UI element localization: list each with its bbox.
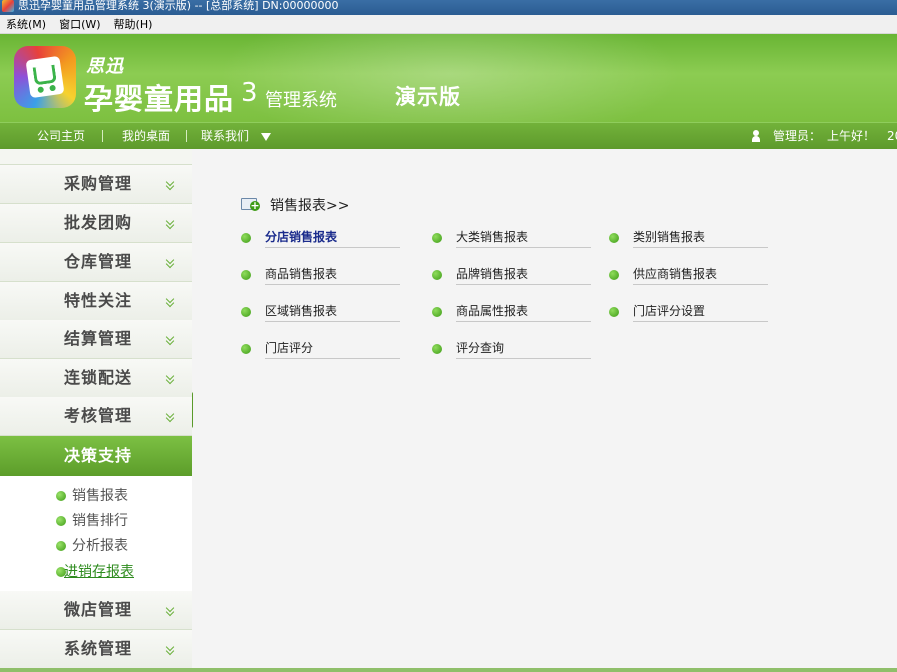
sidebar-item-attention[interactable]: 特性关注 <box>0 282 192 321</box>
main-content: 销售报表>> 分店销售报表 大类销售报表 类别销售报表 商品销售报表 品牌销售报… <box>193 149 897 672</box>
window-title: 思迅孕婴童用品管理系统 3(演示版) -- [总部系统] DN:00000000 <box>18 0 339 12</box>
stroller-icon <box>25 55 65 99</box>
sidebar-item-label: 系统管理 <box>64 639 133 658</box>
chevron-down-icon <box>165 644 175 654</box>
sidebar-item-system[interactable]: 系统管理 <box>0 630 192 669</box>
header-banner: 思迅 孕婴童用品 3 管理系统 演示版 <box>0 34 897 122</box>
menubar: 系统(M) 窗口(W) 帮助(H) <box>0 15 897 34</box>
menu-help[interactable]: 帮助(H) <box>108 15 160 34</box>
brand-version: 3 <box>241 78 258 108</box>
chevron-down-icon <box>165 411 175 421</box>
brand-edition: 演示版 <box>395 85 461 109</box>
nav-date: 20 <box>887 129 897 143</box>
app-icon <box>2 0 14 12</box>
nav-separator <box>102 130 103 142</box>
chevron-down-icon <box>165 605 175 615</box>
submenu-sales-report[interactable]: 销售报表 <box>56 486 128 506</box>
submenu-sales-ranking[interactable]: 销售排行 <box>56 511 128 531</box>
sidebar-item-label: 微店管理 <box>64 600 133 619</box>
sidebar-item-chain-delivery[interactable]: 连锁配送 <box>0 359 192 398</box>
chevron-down-icon <box>165 334 175 344</box>
bullet-icon <box>609 307 619 317</box>
top-nav: 公司主页 我的桌面 联系我们 管理员： 上午好！ 20 <box>0 122 897 149</box>
brand-company: 思迅 <box>86 56 124 77</box>
nav-contact-us[interactable]: 联系我们 <box>201 123 249 149</box>
chevron-down-icon <box>165 257 175 267</box>
window-title-bar: 思迅孕婴童用品管理系统 3(演示版) -- [总部系统] DN:00000000 <box>0 0 897 15</box>
brand-system: 管理系统 <box>265 90 337 111</box>
bullet-icon <box>609 270 619 280</box>
submenu-inventory-report[interactable]: 进销存报表 <box>56 562 134 582</box>
bullet-icon <box>56 541 66 551</box>
submenu-analysis-report[interactable]: 分析报表 <box>56 536 128 556</box>
menu-system[interactable]: 系统(M) <box>0 15 53 34</box>
sidebar-top-spacer <box>0 149 192 165</box>
chevron-down-icon <box>165 179 175 189</box>
chevron-down-icon <box>165 218 175 228</box>
section-title: 销售报表>> <box>270 198 350 214</box>
nav-user-label: 管理员： <box>773 129 822 143</box>
report-add-icon <box>241 198 260 211</box>
chevron-down-icon <box>165 296 175 306</box>
sidebar-item-settlement[interactable]: 结算管理 <box>0 320 192 359</box>
bullet-icon <box>241 233 251 243</box>
bullet-icon <box>56 516 66 526</box>
nav-company-home[interactable]: 公司主页 <box>37 123 85 149</box>
bullet-icon <box>241 344 251 354</box>
sidebar-item-label: 决策支持 <box>64 446 133 465</box>
bullet-icon <box>609 233 619 243</box>
sidebar-item-label: 考核管理 <box>64 406 133 425</box>
sidebar-item-label: 仓库管理 <box>64 252 133 271</box>
brand-product: 孕婴童用品 <box>84 82 235 116</box>
brand-logo <box>14 46 76 108</box>
sidebar-item-label: 连锁配送 <box>64 368 133 387</box>
bullet-icon <box>56 491 66 501</box>
sidebar-item-label: 批发团购 <box>64 213 133 232</box>
sidebar-item-assessment[interactable]: 考核管理 <box>0 397 192 436</box>
dropdown-arrow-icon[interactable] <box>261 133 271 141</box>
nav-my-desktop[interactable]: 我的桌面 <box>122 123 170 149</box>
sidebar: 采购管理 批发团购 仓库管理 特性关注 结算管理 连锁配送 考核管理 决策支持 … <box>0 149 192 672</box>
sidebar-item-label: 特性关注 <box>64 291 133 310</box>
nav-separator <box>186 130 187 142</box>
sidebar-item-label: 采购管理 <box>64 174 133 193</box>
menu-window[interactable]: 窗口(W) <box>53 15 107 34</box>
bottom-border <box>0 668 897 672</box>
sidebar-item-warehouse[interactable]: 仓库管理 <box>0 243 192 282</box>
sidebar-submenu: 销售报表 销售排行 分析报表 进销存报表 <box>0 476 192 591</box>
bullet-icon <box>241 270 251 280</box>
sidebar-item-wholesale[interactable]: 批发团购 <box>0 204 192 243</box>
bullet-icon <box>241 307 251 317</box>
sidebar-item-label: 结算管理 <box>64 329 133 348</box>
bullet-icon <box>432 233 442 243</box>
sidebar-item-decision-support[interactable]: 决策支持 <box>0 436 192 476</box>
chevron-down-icon <box>165 373 175 383</box>
bullet-icon <box>432 270 442 280</box>
bullet-icon <box>432 344 442 354</box>
user-icon <box>752 130 760 142</box>
sidebar-item-purchase[interactable]: 采购管理 <box>0 165 192 204</box>
nav-greeting: 上午好！ <box>827 129 876 143</box>
sidebar-item-micro-store[interactable]: 微店管理 <box>0 591 192 630</box>
bullet-icon <box>432 307 442 317</box>
